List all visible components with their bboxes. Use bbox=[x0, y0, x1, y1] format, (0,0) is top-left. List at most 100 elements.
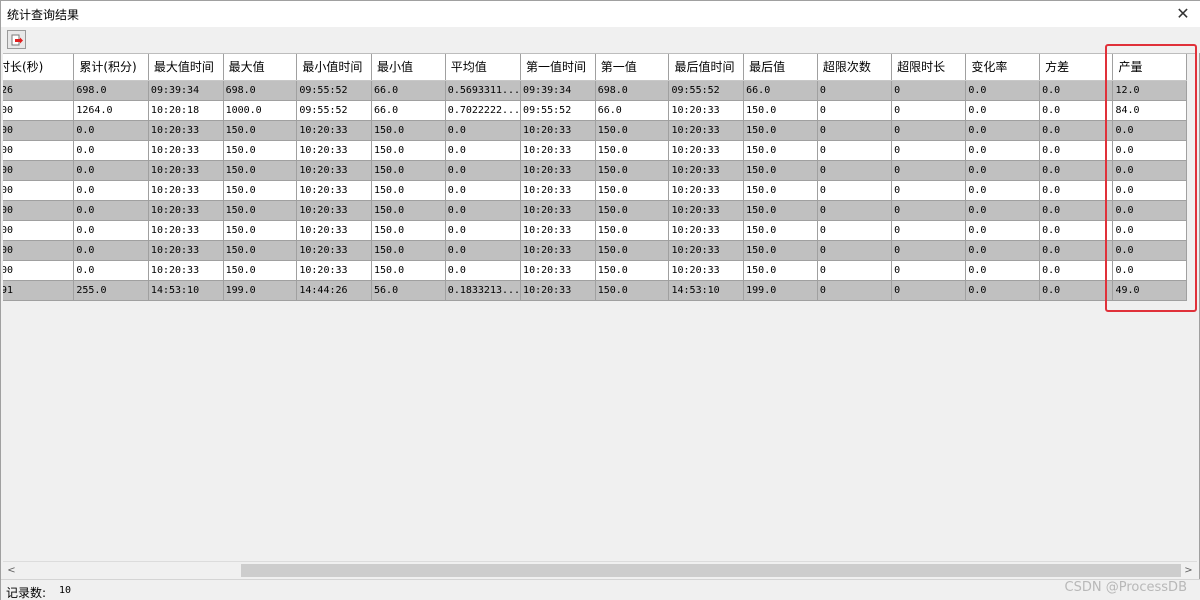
table-cell[interactable]: 10:20:33 bbox=[668, 180, 745, 201]
close-button[interactable]: ✕ bbox=[1173, 4, 1193, 24]
table-cell[interactable]: 0 bbox=[817, 280, 893, 301]
table-cell[interactable]: 0 bbox=[817, 240, 893, 261]
table-cell[interactable]: 0.0 bbox=[965, 180, 1041, 201]
table-cell[interactable]: 10:20:33 bbox=[148, 240, 224, 261]
table-cell[interactable]: 0.0 bbox=[73, 260, 149, 281]
table-cell[interactable]: 0.0 bbox=[965, 120, 1041, 141]
table-cell[interactable]: 150.0 bbox=[223, 120, 298, 141]
table-cell[interactable]: 0.0 bbox=[965, 160, 1041, 181]
table-cell[interactable]: 300 bbox=[3, 260, 75, 281]
table-cell[interactable]: 0 bbox=[891, 240, 967, 261]
table-cell[interactable]: 0.0 bbox=[445, 120, 522, 141]
table-cell[interactable]: 10:20:33 bbox=[148, 180, 224, 201]
table-cell[interactable]: 150.0 bbox=[595, 180, 670, 201]
table-cell[interactable]: 0.0 bbox=[1039, 200, 1114, 221]
table-cell[interactable]: 0.0 bbox=[73, 240, 149, 261]
table-cell[interactable]: 0.0 bbox=[1112, 160, 1187, 181]
table-cell[interactable]: 226 bbox=[3, 80, 75, 101]
table-row[interactable]: 3000.010:20:33150.010:20:33150.00.010:20… bbox=[3, 220, 1187, 241]
table-cell[interactable]: 199.0 bbox=[743, 280, 818, 301]
table-cell[interactable]: 1000.0 bbox=[223, 100, 298, 121]
table-cell[interactable]: 150.0 bbox=[595, 140, 670, 161]
table-cell[interactable]: 10:20:33 bbox=[296, 260, 373, 281]
table-cell[interactable]: 150.0 bbox=[371, 260, 446, 281]
table-cell[interactable]: 10:20:33 bbox=[520, 280, 596, 301]
table-cell[interactable]: 10:20:33 bbox=[148, 200, 224, 221]
table-row[interactable]: 391255.014:53:10199.014:44:2656.00.18332… bbox=[3, 280, 1187, 301]
table-cell[interactable]: 300 bbox=[3, 180, 75, 201]
table-cell[interactable]: 199.0 bbox=[223, 280, 298, 301]
table-cell[interactable]: 150.0 bbox=[371, 200, 446, 221]
table-cell[interactable]: 0.0 bbox=[73, 200, 149, 221]
table-row[interactable]: 3000.010:20:33150.010:20:33150.00.010:20… bbox=[3, 140, 1187, 161]
table-cell[interactable]: 0.0 bbox=[445, 140, 522, 161]
table-row[interactable]: 3001264.010:20:181000.009:55:5266.00.702… bbox=[3, 100, 1187, 121]
table-row[interactable]: 3000.010:20:33150.010:20:33150.00.010:20… bbox=[3, 120, 1187, 141]
table-cell[interactable]: 0 bbox=[817, 200, 893, 221]
table-cell[interactable]: 150.0 bbox=[371, 140, 446, 161]
table-cell[interactable]: 0 bbox=[817, 80, 893, 101]
table-cell[interactable]: 0 bbox=[817, 260, 893, 281]
table-cell[interactable]: 0.0 bbox=[965, 100, 1041, 121]
table-cell[interactable]: 10:20:33 bbox=[668, 160, 745, 181]
table-cell[interactable]: 10:20:33 bbox=[520, 120, 596, 141]
export-button[interactable] bbox=[7, 30, 26, 49]
table-cell[interactable]: 150.0 bbox=[223, 140, 298, 161]
table-cell[interactable]: 10:20:33 bbox=[520, 240, 596, 261]
table-cell[interactable]: 0 bbox=[891, 200, 967, 221]
table-cell[interactable]: 10:20:33 bbox=[520, 260, 596, 281]
table-cell[interactable]: 0.0 bbox=[445, 160, 522, 181]
table-row[interactable]: 3000.010:20:33150.010:20:33150.00.010:20… bbox=[3, 160, 1187, 181]
table-cell[interactable]: 150.0 bbox=[743, 120, 818, 141]
table-cell[interactable]: 09:55:52 bbox=[296, 80, 373, 101]
table-cell[interactable]: 0.5693311... bbox=[445, 80, 522, 101]
table-cell[interactable]: 0.0 bbox=[965, 240, 1041, 261]
table-cell[interactable]: 0 bbox=[891, 160, 967, 181]
table-cell[interactable]: 0 bbox=[891, 260, 967, 281]
table-cell[interactable]: 0.0 bbox=[965, 260, 1041, 281]
table-cell[interactable]: 150.0 bbox=[223, 180, 298, 201]
table-cell[interactable]: 0.0 bbox=[1112, 240, 1187, 261]
table-cell[interactable]: 0 bbox=[891, 100, 967, 121]
column-header[interactable]: 超限时长 bbox=[891, 54, 967, 81]
table-cell[interactable]: 0.7022222... bbox=[445, 100, 522, 121]
table-cell[interactable]: 0 bbox=[817, 160, 893, 181]
table-cell[interactable]: 300 bbox=[3, 160, 75, 181]
table-cell[interactable]: 300 bbox=[3, 140, 75, 161]
table-cell[interactable]: 150.0 bbox=[371, 180, 446, 201]
table-cell[interactable]: 0.0 bbox=[1112, 200, 1187, 221]
table-cell[interactable]: 150.0 bbox=[223, 160, 298, 181]
table-cell[interactable]: 0.0 bbox=[1039, 120, 1114, 141]
table-cell[interactable]: 150.0 bbox=[743, 220, 818, 241]
table-cell[interactable]: 0.0 bbox=[1039, 260, 1114, 281]
table-cell[interactable]: 0.0 bbox=[1039, 140, 1114, 161]
table-cell[interactable]: 0.0 bbox=[1112, 140, 1187, 161]
table-cell[interactable]: 0 bbox=[817, 140, 893, 161]
table-cell[interactable]: 10:20:18 bbox=[148, 100, 224, 121]
horizontal-scrollbar[interactable]: < > bbox=[3, 561, 1197, 578]
table-cell[interactable]: 0.0 bbox=[73, 140, 149, 161]
column-header[interactable]: 平均值 bbox=[445, 54, 522, 81]
table-cell[interactable]: 10:20:33 bbox=[668, 260, 745, 281]
table-cell[interactable]: 66.0 bbox=[371, 80, 446, 101]
table-cell[interactable]: 10:20:33 bbox=[520, 220, 596, 241]
table-cell[interactable]: 698.0 bbox=[73, 80, 149, 101]
table-cell[interactable]: 10:20:33 bbox=[520, 140, 596, 161]
table-cell[interactable]: 0.0 bbox=[445, 180, 522, 201]
table-cell[interactable]: 10:20:33 bbox=[668, 200, 745, 221]
table-cell[interactable]: 10:20:33 bbox=[668, 220, 745, 241]
table-cell[interactable]: 150.0 bbox=[223, 200, 298, 221]
column-header[interactable]: 最小值 bbox=[371, 54, 446, 81]
column-header[interactable]: 时长(秒) bbox=[3, 54, 75, 81]
table-cell[interactable]: 0.0 bbox=[965, 140, 1041, 161]
table-row[interactable]: 3000.010:20:33150.010:20:33150.00.010:20… bbox=[3, 260, 1187, 281]
table-cell[interactable]: 10:20:33 bbox=[520, 200, 596, 221]
table-cell[interactable]: 10:20:33 bbox=[148, 120, 224, 141]
table-cell[interactable]: 10:20:33 bbox=[148, 260, 224, 281]
table-cell[interactable]: 10:20:33 bbox=[668, 120, 745, 141]
table-cell[interactable]: 150.0 bbox=[743, 100, 818, 121]
table-cell[interactable]: 0 bbox=[891, 140, 967, 161]
table-cell[interactable]: 0 bbox=[891, 280, 967, 301]
table-cell[interactable]: 0.0 bbox=[73, 180, 149, 201]
column-header[interactable]: 累计(积分) bbox=[73, 54, 149, 81]
